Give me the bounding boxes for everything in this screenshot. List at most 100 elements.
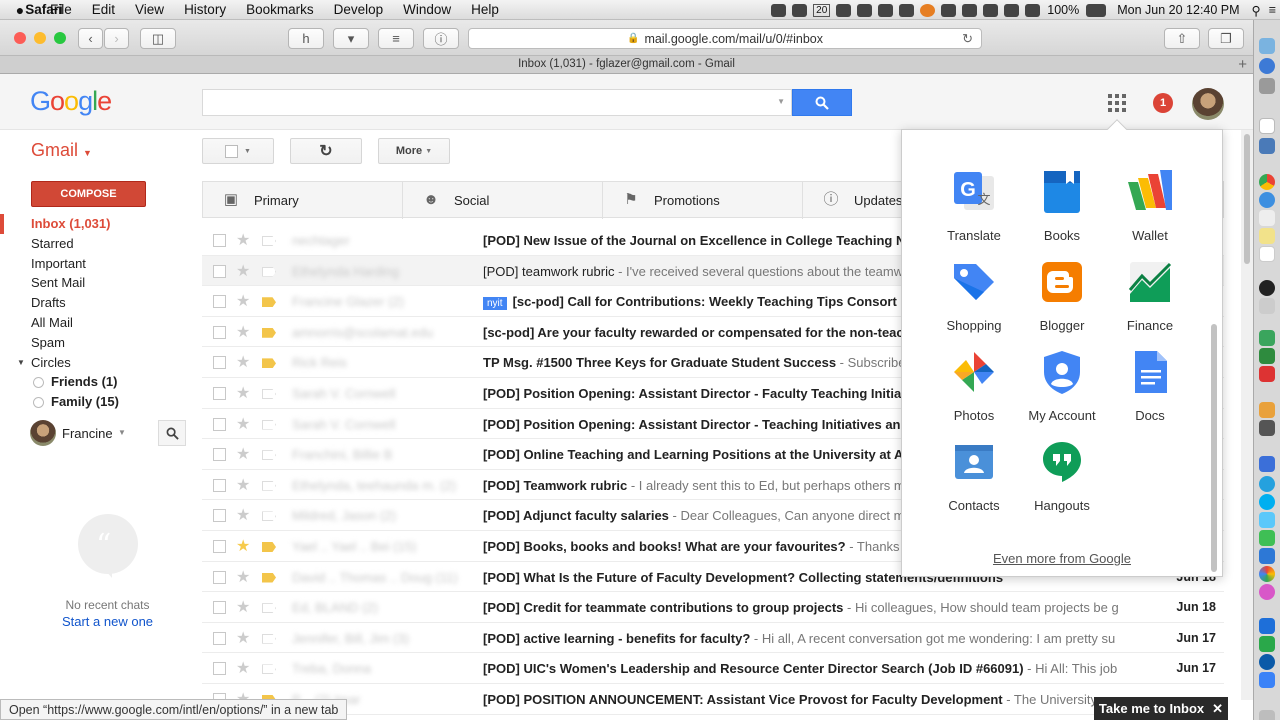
popup-scrollbar[interactable] <box>1211 324 1217 572</box>
sidebar-toggle-icon[interactable]: ◫ <box>140 28 176 49</box>
label-chip[interactable]: nyit <box>483 297 507 311</box>
dock-app-icon[interactable] <box>1259 58 1275 74</box>
menu-develop[interactable]: Develop <box>324 2 394 17</box>
dock-app-icon[interactable] <box>1259 476 1275 492</box>
row-checkbox[interactable] <box>213 509 226 523</box>
menu-help[interactable]: Help <box>461 2 509 17</box>
app-shopping[interactable]: Shopping <box>930 258 1018 333</box>
dock-app-icon[interactable] <box>1259 330 1275 346</box>
importance-marker-icon[interactable] <box>262 664 276 675</box>
dock-app-icon[interactable] <box>1259 636 1275 652</box>
importance-marker-icon[interactable] <box>262 511 276 522</box>
more-button[interactable]: More ▼ <box>378 138 450 164</box>
sidebar-item-all-mail[interactable]: All Mail <box>0 313 200 333</box>
dock-app-icon[interactable] <box>1259 548 1275 564</box>
menu-window[interactable]: Window <box>393 2 461 17</box>
bluetooth-icon[interactable] <box>983 3 999 17</box>
row-checkbox[interactable] <box>213 234 226 247</box>
dock-app-icon[interactable] <box>1259 530 1275 546</box>
importance-marker-icon[interactable] <box>262 236 276 246</box>
dock-app-icon[interactable] <box>1259 348 1275 364</box>
close-icon[interactable]: ✕ <box>1212 701 1223 717</box>
star-icon[interactable]: ★ <box>236 536 250 556</box>
dock-app-icon[interactable] <box>1259 38 1275 54</box>
tab-title[interactable]: Inbox (1,031) - fglazer@gmail.com - Gmai… <box>518 58 735 70</box>
dock-app-icon[interactable] <box>1259 654 1275 670</box>
app-photos[interactable]: Photos <box>930 348 1018 423</box>
table-row[interactable]: ★ Treba, Donna [POD] UIC's Women's Leaders… <box>202 653 1224 684</box>
app-hangouts[interactable]: Hangouts <box>1018 438 1106 513</box>
importance-marker-icon[interactable] <box>262 480 276 491</box>
tab-promotions[interactable]: ⚑ Promotions <box>603 182 803 219</box>
importance-marker-icon[interactable] <box>262 388 276 399</box>
importance-marker-icon[interactable] <box>262 266 276 277</box>
search-input[interactable]: ▼ <box>202 89 792 116</box>
star-icon[interactable]: ★ <box>236 261 250 281</box>
row-checkbox[interactable] <box>213 662 226 676</box>
spotlight-icon[interactable]: ⚲ <box>1248 3 1265 18</box>
take-me-to-inbox-button[interactable]: Take me to Inbox ✕ <box>1094 697 1228 720</box>
row-checkbox[interactable] <box>213 478 226 492</box>
expand-triangle-icon[interactable]: ▼ <box>17 353 25 373</box>
apps-grid-icon[interactable] <box>1108 94 1126 112</box>
row-checkbox[interactable] <box>213 539 226 553</box>
status-app-icon[interactable] <box>836 3 852 17</box>
dock-app-icon[interactable] <box>1259 618 1275 634</box>
sidebar-item-sent-mail[interactable]: Sent Mail <box>0 273 200 293</box>
app-translate[interactable]: G文 Translate <box>930 168 1018 243</box>
dock-app-icon[interactable] <box>1259 298 1275 314</box>
star-icon[interactable]: ★ <box>236 567 250 587</box>
status-app-icon[interactable] <box>792 3 808 17</box>
star-icon[interactable]: ★ <box>236 475 250 495</box>
search-button[interactable] <box>792 89 852 116</box>
start-chat-link[interactable]: Start a new one <box>0 614 215 629</box>
notifications-badge[interactable]: 1 <box>1153 93 1173 113</box>
app-blogger[interactable]: Blogger <box>1018 258 1106 333</box>
status-app-icon[interactable] <box>920 3 936 17</box>
sidebar-item-friends[interactable]: Friends (1) <box>0 372 200 392</box>
reload-icon[interactable]: ↻ <box>962 31 973 47</box>
skype-icon[interactable] <box>1259 494 1275 510</box>
row-checkbox[interactable] <box>213 295 226 309</box>
calendar-icon[interactable]: 20 <box>813 3 831 17</box>
importance-marker-icon[interactable] <box>262 358 276 369</box>
even-more-link[interactable]: Even more from Google <box>902 551 1222 566</box>
row-checkbox[interactable] <box>213 631 226 645</box>
dock-app-icon[interactable] <box>1259 228 1275 244</box>
dock-app-icon[interactable] <box>1259 512 1275 528</box>
app-books[interactable]: Books <box>1018 168 1106 243</box>
table-row[interactable]: ★P .. (2) Imar[POD] POSITION ANNOUNCEMEN… <box>202 684 1224 715</box>
wifi-icon[interactable] <box>1004 3 1020 17</box>
battery-icon[interactable] <box>1086 3 1107 17</box>
importance-marker-icon[interactable] <box>262 541 276 552</box>
star-icon[interactable]: ★ <box>236 505 250 525</box>
refresh-button[interactable]: ↻ <box>290 138 362 164</box>
dock-app-icon[interactable] <box>1259 402 1275 418</box>
pocket-icon[interactable]: ▾ <box>333 28 369 49</box>
app-finance[interactable]: Finance <box>1106 258 1194 333</box>
back-button[interactable]: ‹ <box>78 28 103 49</box>
sidebar-item-spam[interactable]: Spam <box>0 333 200 353</box>
notification-center-icon[interactable]: ≡ <box>1265 3 1280 17</box>
menu-bookmarks[interactable]: Bookmarks <box>236 2 324 17</box>
row-checkbox[interactable] <box>213 356 226 370</box>
menu-safari[interactable]: Safari <box>0 2 88 17</box>
dock-app-icon[interactable] <box>1259 138 1275 154</box>
app-contacts[interactable]: Contacts <box>930 438 1018 513</box>
row-checkbox[interactable] <box>213 417 226 431</box>
importance-marker-icon[interactable] <box>262 297 276 308</box>
account-avatar[interactable] <box>1192 88 1224 120</box>
star-icon[interactable]: ★ <box>236 322 250 342</box>
new-tab-icon[interactable]: + <box>1238 56 1247 73</box>
row-checkbox[interactable] <box>213 325 226 339</box>
clock[interactable]: Mon Jun 20 12:40 PM <box>1109 3 1247 17</box>
photos-dock-icon[interactable] <box>1259 566 1275 582</box>
dock-app-icon[interactable] <box>1259 246 1275 262</box>
status-app-icon[interactable] <box>857 3 873 17</box>
google-logo[interactable]: Google <box>30 86 112 117</box>
page-scrollbar[interactable] <box>1241 130 1253 700</box>
safari-icon[interactable] <box>1259 192 1275 208</box>
star-icon[interactable]: ★ <box>236 291 250 311</box>
battery-percent[interactable]: 100% <box>1043 3 1083 17</box>
chevron-down-icon[interactable]: ▼ <box>118 428 126 437</box>
